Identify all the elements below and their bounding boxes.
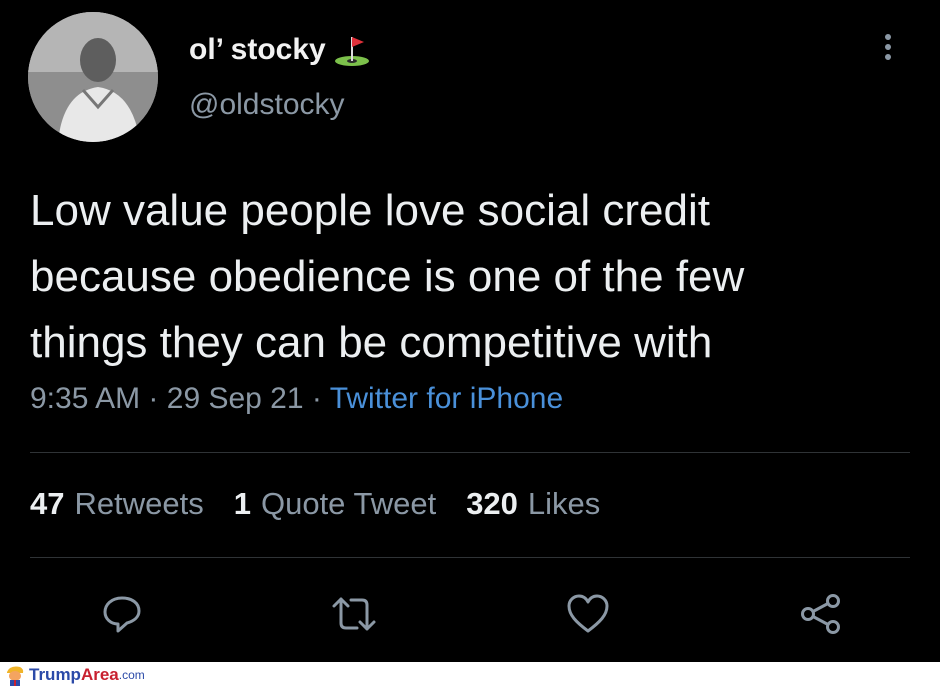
divider — [30, 557, 910, 558]
user-handle[interactable]: @oldstocky — [189, 88, 345, 122]
tweet-date[interactable]: 29 Sep 21 — [167, 382, 304, 415]
display-name-text: ol’ stocky — [189, 33, 326, 66]
reply-icon — [103, 596, 141, 633]
tweet-source-link[interactable]: Twitter for iPhone — [330, 382, 563, 415]
quotes-stat[interactable]: 1 Quote Tweet — [234, 486, 436, 522]
reply-button[interactable] — [98, 590, 146, 638]
divider — [30, 452, 910, 453]
avatar[interactable] — [28, 12, 158, 142]
tweet-stats: 47 Retweets 1 Quote Tweet 320 Likes — [30, 486, 600, 522]
like-button[interactable] — [564, 590, 612, 638]
meta-separator: · — [311, 382, 322, 415]
share-icon — [801, 594, 840, 634]
more-options-icon[interactable] — [878, 30, 898, 74]
brand-part-1: Trump — [29, 665, 81, 684]
watermark-footer: Trump Area .com — [0, 662, 940, 687]
flag-in-hole-icon — [334, 37, 369, 66]
brand-part-3: .com — [118, 668, 145, 682]
tweet-time[interactable]: 9:35 AM — [30, 382, 140, 415]
tweet-meta: 9:35 AM · 29 Sep 21 · Twitter for iPhone — [30, 382, 563, 416]
tweet-text: Low value people love social credit beca… — [30, 186, 745, 367]
retweet-icon — [332, 597, 376, 631]
watermark-logo: Trump Area .com — [4, 664, 145, 686]
brand-part-2: Area — [80, 665, 119, 684]
meta-separator: · — [148, 382, 159, 415]
likes-stat[interactable]: 320 Likes — [466, 486, 600, 522]
like-icon — [567, 594, 609, 633]
avatar-photo — [28, 12, 158, 142]
share-button[interactable] — [797, 590, 845, 638]
display-name[interactable]: ol’ stocky — [189, 33, 370, 67]
tweet-card: ol’ stocky @oldstocky Low value people l… — [0, 0, 940, 662]
retweets-stat[interactable]: 47 Retweets — [30, 486, 204, 522]
retweet-button[interactable] — [330, 590, 378, 638]
trump-caricature-icon — [7, 666, 24, 686]
